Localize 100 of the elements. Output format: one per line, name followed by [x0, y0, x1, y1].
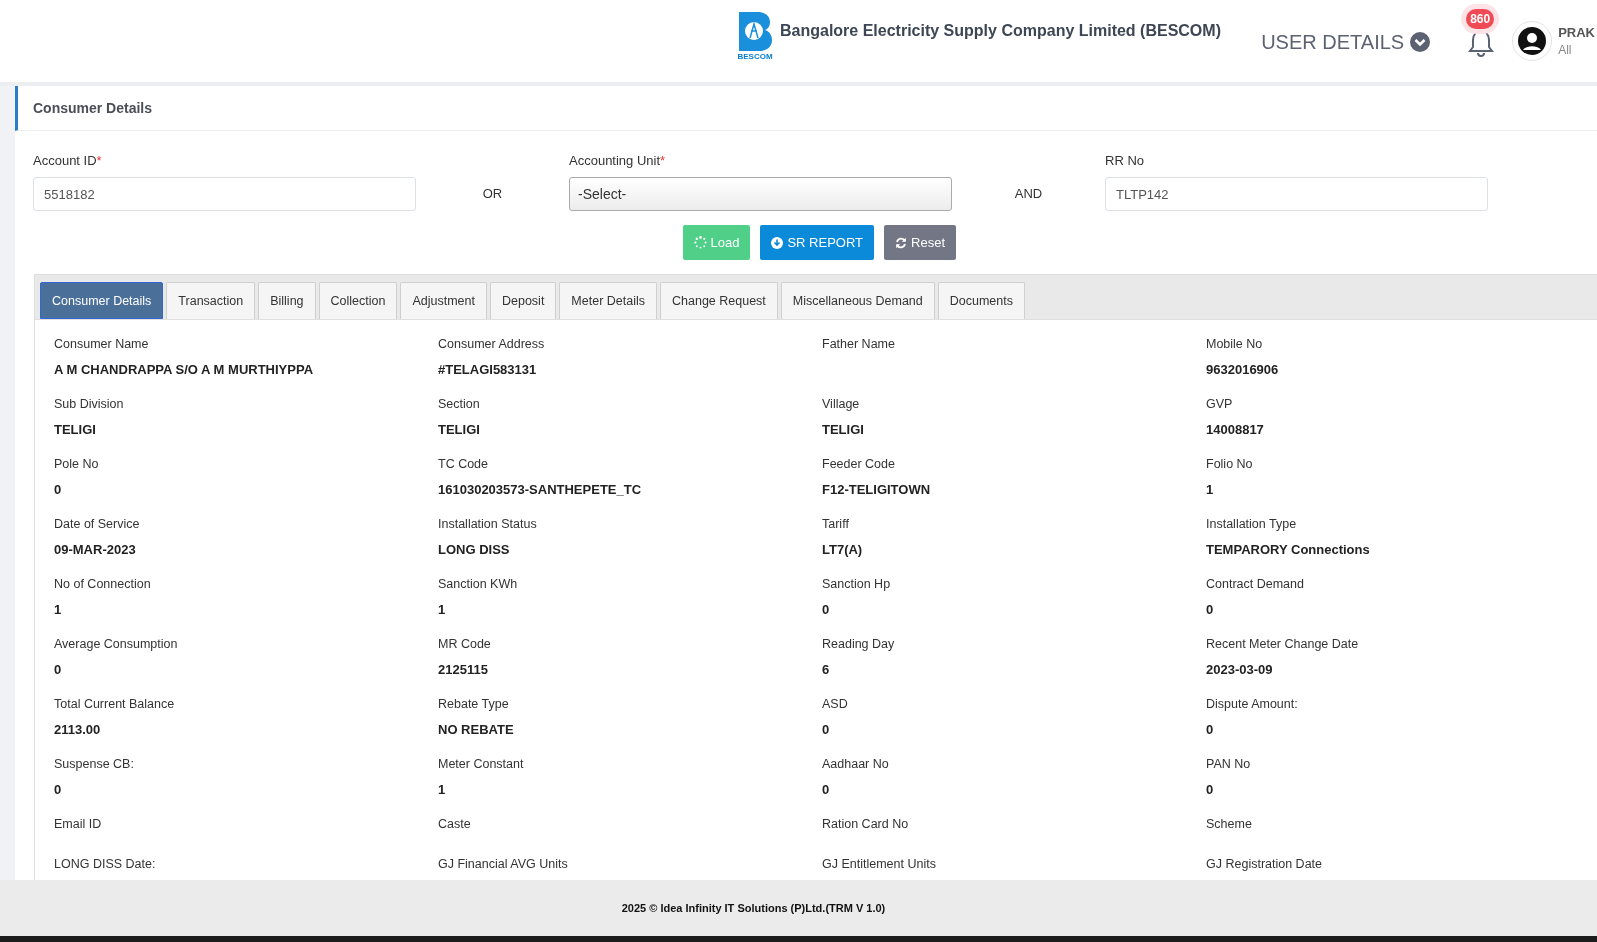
tab[interactable]: Change Request	[660, 282, 778, 319]
logo-caption: BESCOM	[737, 52, 773, 61]
bescom-logo-icon	[737, 10, 773, 52]
field-value: 0	[1206, 781, 1215, 799]
user-icon	[1518, 27, 1547, 55]
field-value: A M CHANDRAPPA S/O A M MURTHIYPPA	[54, 361, 315, 379]
field-value: 2125115	[438, 661, 489, 679]
tab[interactable]: Transaction	[166, 282, 256, 319]
reset-button[interactable]: Reset	[884, 225, 956, 260]
field-label: Accounting Unit*	[569, 153, 667, 169]
field-label: Sanction Hp	[822, 576, 892, 593]
field-value: 1	[438, 781, 447, 799]
conjunction-label: AND	[1014, 185, 1043, 203]
field-value: 6	[822, 661, 831, 679]
field-label: Tariff	[822, 516, 850, 533]
field-value: 161030203573-SANTHEPETE_TC	[438, 481, 643, 499]
tab[interactable]: Collection	[318, 282, 398, 319]
field-value: 1	[54, 601, 63, 619]
field-label: GJ Entitlement Units	[822, 856, 937, 873]
field-value: 0	[822, 721, 831, 739]
field-label: LONG DISS Date:	[54, 856, 157, 873]
field-label: Feeder Code	[822, 456, 896, 473]
field-label: MR Code	[438, 636, 492, 653]
footer-copyright: 2025 © Idea Infinity IT Solutions (P)Ltd.(TRM V 1.0)	[621, 902, 886, 914]
tab[interactable]: Adjustment	[400, 282, 487, 319]
field-value: 0	[54, 661, 63, 679]
user-name: PRAK	[1558, 24, 1595, 42]
field-label: GJ Financial AVG Units	[438, 856, 569, 873]
field-label: Consumer Name	[54, 336, 150, 353]
user-role: All	[1558, 42, 1573, 58]
chevron-down-icon	[1410, 32, 1431, 52]
input-field[interactable]: 5518182	[33, 177, 416, 211]
sr-report-button[interactable]: SR REPORT	[760, 225, 875, 260]
field-label: Pole No	[54, 456, 100, 473]
tab[interactable]: Meter Details	[559, 282, 657, 319]
field-value: TEMPARORY Connections	[1206, 541, 1371, 559]
field-value: 14008817	[1206, 421, 1265, 439]
tab[interactable]: Documents	[937, 282, 1025, 319]
field-value: 2113.00	[54, 721, 102, 739]
field-label: Folio No	[1206, 456, 1254, 473]
field-value: 0	[822, 781, 831, 799]
field-label: Contract Demand	[1206, 576, 1305, 593]
tab[interactable]: Consumer Details	[40, 282, 164, 319]
field-value: 9632016906	[1206, 361, 1280, 379]
input-field[interactable]: TLTP142	[1105, 177, 1488, 211]
field-label: Sub Division	[54, 396, 125, 413]
field-label: Reading Day	[822, 636, 896, 653]
field-label: GVP	[1206, 396, 1234, 413]
section-title: Consumer Details	[33, 100, 153, 116]
field-value: LT7(A)	[822, 541, 864, 559]
tab[interactable]: Billing	[258, 282, 316, 319]
field-label: Father Name	[822, 336, 896, 353]
field-label: Account ID*	[33, 153, 103, 169]
spinner-icon	[693, 236, 707, 249]
field-label: Total Current Balance	[54, 696, 176, 713]
select-field[interactable]: -Select-	[569, 177, 952, 211]
field-value: TELIGI	[438, 421, 481, 439]
company-title: Bangalore Electricity Supply Company Limited (BESCOM)	[780, 22, 1221, 40]
field-value: 1	[438, 601, 447, 619]
tab[interactable]: Deposit	[489, 282, 557, 319]
field-value: 0	[822, 601, 831, 619]
user-details-menu[interactable]: USER DETAILS	[1261, 30, 1431, 54]
field-value: TELIGI	[54, 421, 97, 439]
field-value: 0	[54, 781, 63, 799]
field-label: Caste	[438, 816, 472, 833]
field-label: Aadhaar No	[822, 756, 890, 773]
field-value: 1	[1206, 481, 1215, 499]
field-label: Ration Card No	[822, 816, 910, 833]
field-label: Sanction KWh	[438, 576, 519, 593]
field-value: LONG DISS	[438, 541, 511, 559]
field-label: Section	[438, 396, 481, 413]
field-label: Email ID	[54, 816, 103, 833]
field-label: Recent Meter Change Date	[1206, 636, 1360, 653]
field-label: Consumer Address	[438, 336, 546, 353]
field-value: 2023-03-09	[1206, 661, 1274, 679]
field-value: #TELAGI583131	[438, 361, 538, 379]
field-label: Meter Constant	[438, 756, 525, 773]
field-label: ASD	[822, 696, 849, 713]
tab[interactable]: Miscellaneous Demand	[780, 282, 935, 319]
field-label: Installation Status	[438, 516, 538, 533]
field-value: 0	[54, 481, 63, 499]
field-label: Rebate Type	[438, 696, 510, 713]
field-label: Mobile No	[1206, 336, 1264, 353]
field-label: Average Consumption	[54, 636, 179, 653]
field-label: No of Connection	[54, 576, 152, 593]
field-value: TELIGI	[822, 421, 865, 439]
field-label: RR No	[1105, 153, 1145, 169]
field-label: Installation Type	[1206, 516, 1298, 533]
field-value: F12-TELIGITOWN	[822, 481, 932, 499]
field-label: Scheme	[1206, 816, 1253, 833]
field-label: Dispute Amount:	[1206, 696, 1299, 713]
refresh-icon	[895, 236, 908, 249]
field-label: Suspense CB:	[54, 756, 135, 773]
download-circle-icon	[771, 236, 784, 249]
field-label: PAN No	[1206, 756, 1252, 773]
field-value: 09-MAR-2023	[54, 541, 137, 559]
field-label: GJ Registration Date	[1206, 856, 1324, 873]
field-value: NO REBATE	[438, 721, 515, 739]
field-label: Village	[822, 396, 861, 413]
conjunction-label: OR	[482, 185, 503, 203]
